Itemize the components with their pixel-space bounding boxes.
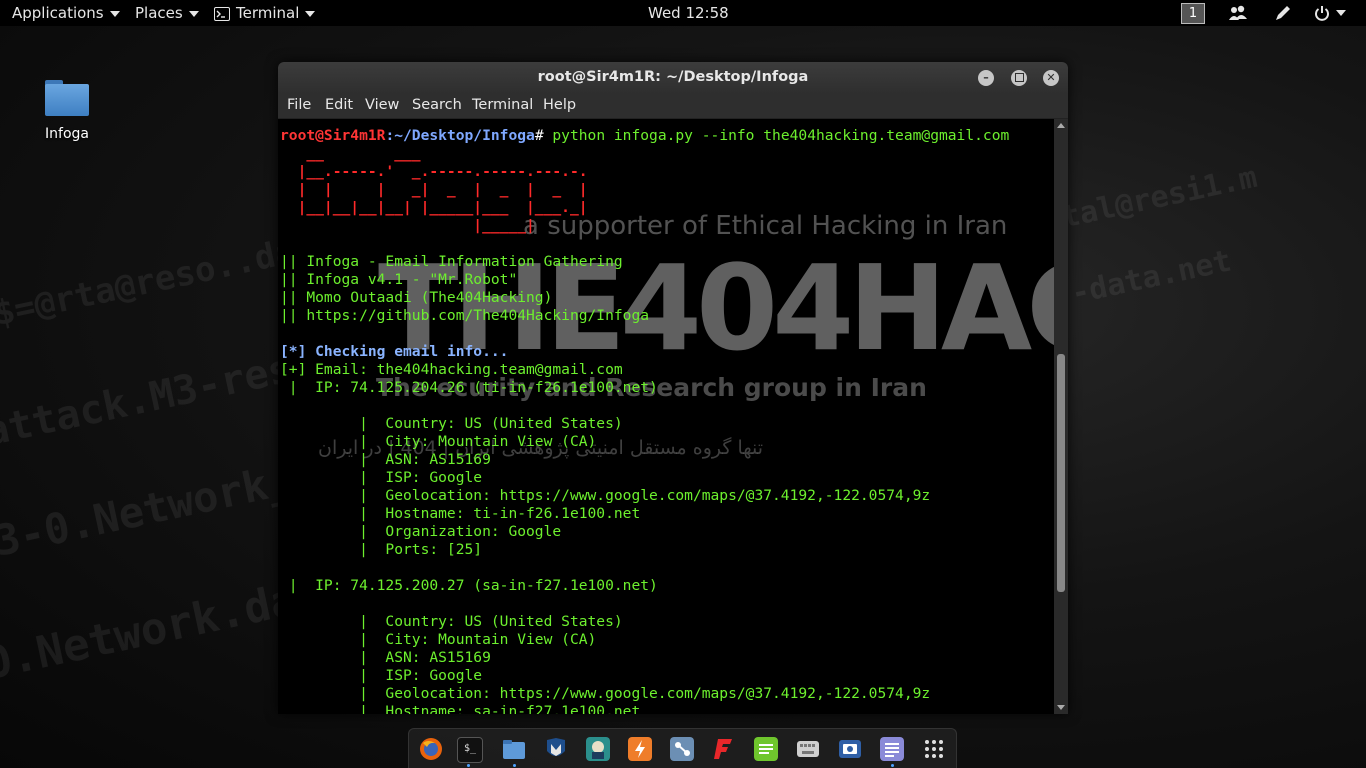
- screenshot-icon[interactable]: [838, 737, 862, 761]
- chevron-down-icon: [188, 10, 199, 17]
- close-button[interactable]: ✕: [1043, 70, 1059, 86]
- checking-tag: [*]: [280, 343, 307, 360]
- host-detail: | Country: US (United States): [280, 415, 623, 432]
- close-icon: ✕: [1046, 71, 1056, 84]
- terminal-output-area[interactable]: a supporter of Ethical Hacking in Iran T…: [278, 119, 1054, 714]
- menu-view[interactable]: View: [365, 97, 399, 113]
- info-line: || Momo Outaadi (The404Hacking): [280, 289, 553, 306]
- banner-line: |__|__|__|__| |_____|___ |___._|: [280, 199, 588, 216]
- maltego-icon[interactable]: [670, 737, 694, 761]
- scroll-up-arrow[interactable]: [1057, 123, 1065, 128]
- armitage-icon[interactable]: [586, 737, 610, 761]
- terminal-window: root@Sir4m1R: ~/Desktop/Infoga – ✕ File …: [278, 62, 1068, 714]
- host-detail: | ISP: Google: [280, 667, 483, 684]
- host-detail: | Hostname: ti-in-f26.1e100.net: [280, 505, 641, 522]
- prompt-path: :~/Desktop/Infoga: [385, 127, 535, 144]
- people-icon[interactable]: [1229, 5, 1247, 21]
- chevron-down-icon: [305, 10, 316, 17]
- places-label: Places: [135, 4, 183, 22]
- folder-icon: [45, 78, 89, 116]
- files-icon[interactable]: [502, 737, 526, 761]
- banner-line: | | | _| _ | _ | _ |: [280, 181, 588, 198]
- menu-edit[interactable]: Edit: [325, 97, 353, 113]
- faraday-icon[interactable]: [712, 737, 736, 761]
- scrollbar-thumb[interactable]: [1057, 354, 1065, 592]
- terminal-output: root@Sir4m1R:~/Desktop/Infoga# python in…: [280, 127, 1009, 714]
- terminal-scrollbar[interactable]: [1054, 119, 1068, 714]
- host-detail: | Geolocation: https://www.google.com/ma…: [280, 685, 931, 702]
- menu-help[interactable]: Help: [543, 97, 576, 113]
- applications-menu[interactable]: Applications: [12, 0, 120, 26]
- text-editor-icon[interactable]: [880, 737, 904, 761]
- workspace-indicator[interactable]: 1: [1181, 3, 1205, 24]
- leafpad-icon[interactable]: [754, 737, 778, 761]
- terminal-menu-label: Terminal: [236, 4, 300, 22]
- dock: $_: [408, 728, 957, 768]
- email-tag: [+]: [280, 361, 307, 378]
- terminal-app-menu[interactable]: Terminal: [214, 0, 316, 26]
- host-detail: | Geolocation: https://www.google.com/ma…: [280, 487, 931, 504]
- scroll-down-arrow[interactable]: [1057, 705, 1065, 710]
- running-indicator: [467, 764, 470, 767]
- desktop-folder-infoga[interactable]: Infoga: [36, 78, 98, 142]
- host-detail: | ISP: Google: [280, 469, 483, 486]
- command-text: python infoga.py --info the404hacking.te…: [552, 127, 1010, 144]
- maximize-button[interactable]: [1011, 70, 1027, 86]
- running-indicator: [891, 764, 894, 767]
- keyboard-icon[interactable]: [796, 737, 820, 761]
- host-detail: | ASN: AS15169: [280, 451, 491, 468]
- host-ip-line: | IP: 74.125.200.27 (sa-in-f27.1e100.net…: [280, 577, 658, 594]
- terminal-icon[interactable]: $_: [457, 737, 483, 763]
- banner-line: |__.-----.' _.-----.-----.---.-.: [280, 163, 588, 180]
- chevron-down-icon: [109, 10, 120, 17]
- menu-file[interactable]: File: [287, 97, 311, 113]
- host-detail: | City: Mountain View (CA): [280, 631, 597, 648]
- chevron-down-icon: [1336, 10, 1346, 16]
- window-title: root@Sir4m1R: ~/Desktop/Infoga: [537, 69, 809, 85]
- power-icon: [1315, 6, 1329, 21]
- minimize-button[interactable]: –: [978, 70, 994, 86]
- prompt-symbol: #: [534, 127, 553, 144]
- firefox-icon[interactable]: [419, 737, 443, 761]
- menu-search[interactable]: Search: [412, 97, 462, 113]
- running-indicator: [513, 764, 516, 767]
- prompt-user: root@Sir4m1R: [280, 127, 386, 144]
- host-detail: | Organization: Google: [280, 523, 562, 540]
- info-line: || Infoga v4.1 - "Mr.Robot": [280, 271, 518, 288]
- wallpaper-streak: -data.net: [1068, 243, 1235, 312]
- host-detail: | City: Mountain View (CA): [280, 433, 597, 450]
- maximize-icon: [1014, 73, 1024, 82]
- burpsuite-icon[interactable]: [628, 737, 652, 761]
- clock[interactable]: Wed 12:58: [648, 0, 729, 26]
- info-line: || https://github.com/The404Hacking/Info…: [280, 307, 650, 324]
- host-ip-line: | IP: 74.125.204.26 (ti-in-f26.1e100.net…: [280, 379, 658, 396]
- metasploit-icon[interactable]: [544, 737, 568, 761]
- menu-terminal[interactable]: Terminal: [472, 97, 533, 113]
- banner-line: |_____|: [280, 217, 535, 234]
- applications-label: Applications: [12, 4, 104, 22]
- email-line: Email: the404hacking.team@gmail.com: [306, 361, 623, 378]
- host-detail: | ASN: AS15169: [280, 649, 491, 666]
- wallpaper-streak: tal@resi1.m: [1058, 159, 1261, 236]
- host-detail: | Ports: [25]: [280, 541, 483, 558]
- folder-label: Infoga: [45, 126, 89, 142]
- minimize-icon: –: [983, 71, 989, 84]
- top-panel: Applications Places Terminal Wed 12:58 1: [0, 0, 1366, 26]
- host-detail: | Hostname: sa-in-f27.1e100.net: [280, 703, 641, 714]
- info-line: || Infoga - Email Information Gathering: [280, 253, 623, 270]
- banner-line: __ ___: [280, 145, 421, 162]
- window-titlebar[interactable]: root@Sir4m1R: ~/Desktop/Infoga – ✕: [278, 62, 1068, 94]
- pen-icon[interactable]: [1274, 4, 1292, 22]
- menu-bar: File Edit View Search Terminal Help: [278, 94, 1068, 119]
- terminal-icon: [214, 6, 230, 21]
- host-detail: | Country: US (United States): [280, 613, 623, 630]
- checking-text: Checking email info...: [306, 343, 509, 360]
- places-menu[interactable]: Places: [135, 0, 199, 26]
- show-apps-icon[interactable]: [922, 737, 946, 761]
- desktop-background: $=@rta@reso..data.net attack.M3-resource…: [0, 0, 1366, 768]
